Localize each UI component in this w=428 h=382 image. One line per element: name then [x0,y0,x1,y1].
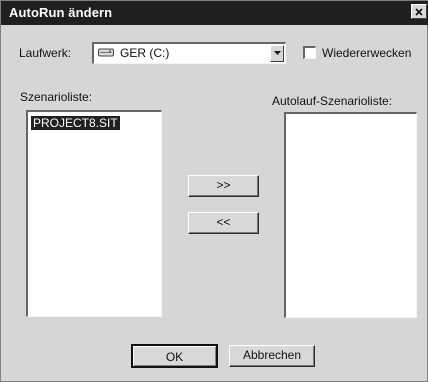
autorun-list-label: Autolauf-Szenarioliste: [272,94,393,108]
window-title: AutoRun ändern [9,5,113,20]
drive-icon [98,48,114,57]
add-button[interactable]: >> [188,175,259,197]
autorun-dialog: AutoRun ändern Laufwerk: GER (C:) Wieder… [0,0,428,382]
dropdown-button[interactable] [270,45,284,62]
close-button[interactable] [411,4,427,19]
wake-label: Wiedererwecken [322,46,412,60]
ok-button[interactable]: OK [131,344,218,368]
autorun-scenario-list[interactable] [284,112,417,318]
scenario-list[interactable]: PROJECT8.SIT [26,110,162,317]
drive-label: Laufwerk: [19,46,72,60]
chevron-down-icon [274,51,281,55]
title-bar: AutoRun ändern [1,1,428,25]
drive-dropdown[interactable]: GER (C:) [92,42,286,64]
scenario-list-label: Szenarioliste: [20,90,93,104]
cancel-button[interactable]: Abbrechen [229,345,315,367]
remove-button[interactable]: << [188,212,259,234]
list-item[interactable]: PROJECT8.SIT [31,116,120,130]
close-icon [415,8,423,16]
drive-selected-value: GER (C:) [120,46,170,60]
wake-checkbox[interactable] [303,46,316,59]
